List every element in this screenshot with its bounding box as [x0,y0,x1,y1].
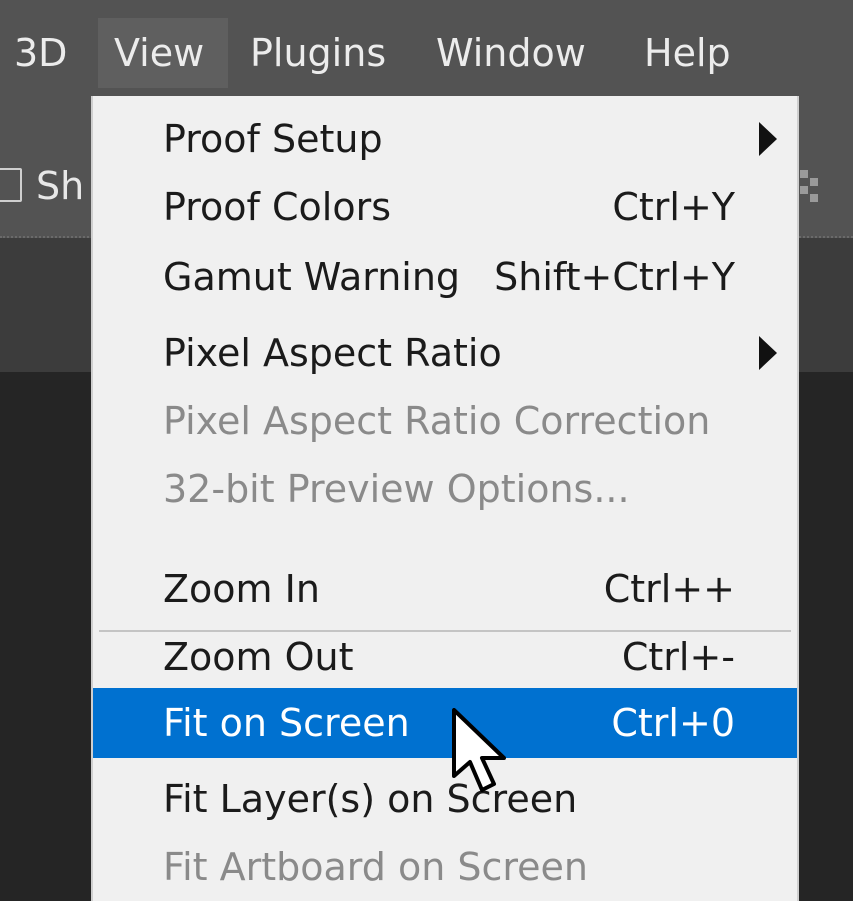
menu-item-shortcut: Ctrl+- [621,635,735,679]
menu-item-32bit-preview-options: 32-bit Preview Options... [93,454,797,524]
menu-item-label: Proof Colors [163,185,391,229]
menu-view[interactable]: View [98,18,228,88]
menu-item-label: 32-bit Preview Options... [163,467,630,511]
menu-item-label: Fit Layer(s) on Screen [163,777,578,821]
menu-item-fit-on-screen[interactable]: Fit on Screen Ctrl+0 [93,688,797,758]
options-checkbox[interactable] [0,168,22,202]
menu-plugins[interactable]: Plugins [250,18,386,88]
menu-item-pixel-aspect-ratio[interactable]: Pixel Aspect Ratio [93,318,797,388]
menu-item-gamut-warning[interactable]: Gamut Warning Shift+Ctrl+Y [93,242,797,312]
chevron-right-icon [759,336,777,370]
menu-item-shortcut: Ctrl+0 [611,701,735,745]
chevron-right-icon [759,122,777,156]
menu-item-zoom-out[interactable]: Zoom Out Ctrl+- [93,622,797,692]
menu-item-label: Zoom Out [163,635,354,679]
menu-item-label: Zoom In [163,567,320,611]
menu-item-fit-layers-on-screen[interactable]: Fit Layer(s) on Screen [93,764,797,834]
options-checkbox-label: Sh [36,164,85,208]
menu-bar: 3D View Plugins Window Help [0,0,853,96]
menu-window[interactable]: Window [436,18,586,88]
menu-item-shortcut: Ctrl++ [603,567,735,611]
menu-item-label: Pixel Aspect Ratio [163,331,502,375]
grip-icon[interactable] [800,170,820,206]
menu-item-proof-colors[interactable]: Proof Colors Ctrl+Y [93,172,797,242]
menu-item-fit-artboard-on-screen: Fit Artboard on Screen [93,832,797,901]
arrow-cursor-icon [452,708,506,792]
app-window: 3D View Plugins Window Help Sh Proof Set… [0,0,853,901]
menu-item-label: Fit on Screen [163,701,410,745]
menu-item-label: Proof Setup [163,117,383,161]
menu-item-pixel-aspect-ratio-correction: Pixel Aspect Ratio Correction [93,386,797,456]
menu-item-shortcut: Ctrl+Y [612,185,735,229]
view-menu-dropdown: Proof Setup Proof Colors Ctrl+Y Gamut Wa… [91,96,799,901]
menu-item-label: Pixel Aspect Ratio Correction [163,399,711,443]
menu-item-label: Gamut Warning [163,255,461,299]
menu-item-proof-setup[interactable]: Proof Setup [93,104,797,174]
menu-3d[interactable]: 3D [14,18,67,88]
menu-help[interactable]: Help [644,18,731,88]
menu-item-shortcut: Shift+Ctrl+Y [494,255,735,299]
menu-item-label: Fit Artboard on Screen [163,845,589,889]
menu-item-zoom-in[interactable]: Zoom In Ctrl++ [93,554,797,624]
